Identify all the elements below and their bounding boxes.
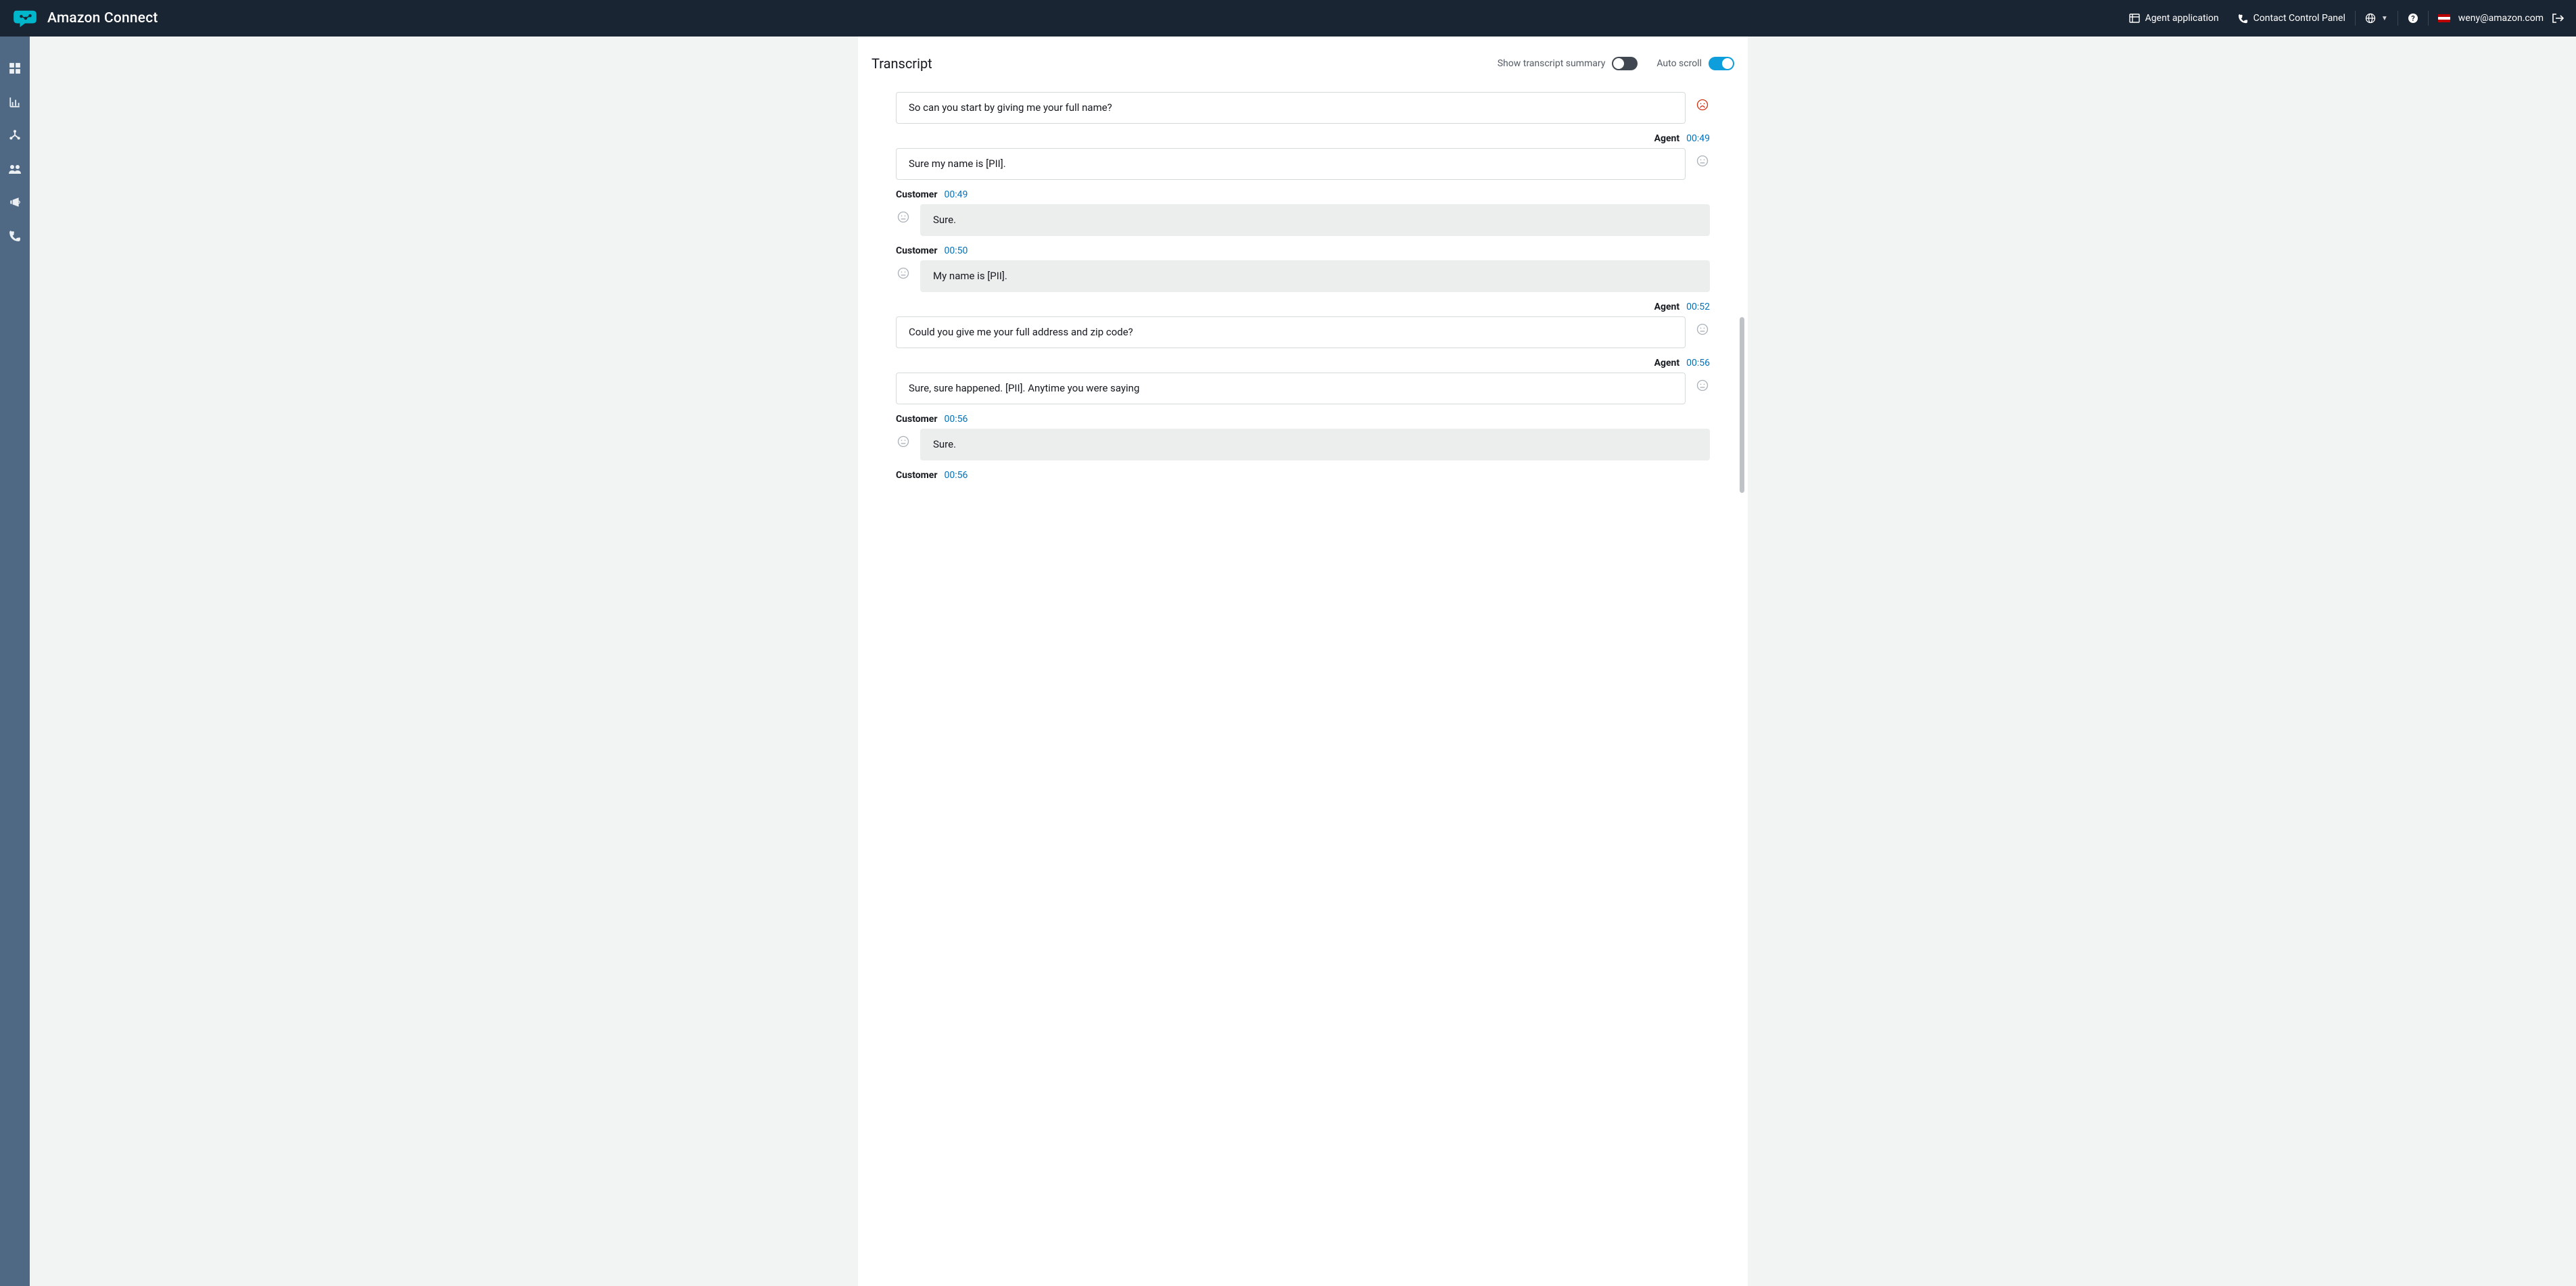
transcript-turn: Agent 00:52Could you give me your full ad… (896, 302, 1710, 348)
auto-scroll-toggle[interactable] (1709, 57, 1734, 70)
help-icon: ? (2408, 13, 2418, 24)
transcript-header: Transcript Show transcript summary Auto … (872, 55, 1734, 72)
speaker-label: Agent (1654, 302, 1680, 312)
transcript-turn: Agent 00:56Sure, sure happened. [PII]. An… (896, 358, 1710, 404)
phone-icon (2238, 14, 2248, 24)
message-bubble: Sure. (920, 429, 1710, 460)
language-menu[interactable]: ▼ (2356, 0, 2398, 37)
turn-header: Agent 00:56 (896, 358, 1710, 368)
transcript-turn: So can you start by giving me your full … (896, 92, 1710, 124)
turn-row: Sure my name is [PII]. (896, 148, 1710, 180)
sentiment-icon (1695, 322, 1710, 337)
show-summary-label: Show transcript summary (1498, 58, 1606, 69)
transcript-panel: Transcript Show transcript summary Auto … (858, 37, 1748, 1286)
sign-out-icon[interactable] (2552, 13, 2564, 24)
ccp-link[interactable]: Contact Control Panel (2228, 0, 2355, 37)
auto-scroll-toggle-group: Auto scroll (1656, 57, 1734, 70)
message-bubble: Sure my name is [PII]. (896, 148, 1686, 180)
page-body: Transcript Show transcript summary Auto … (30, 37, 2576, 1286)
message-bubble: Sure, sure happened. [PII]. Anytime you … (896, 373, 1686, 404)
routing-icon[interactable] (9, 130, 21, 145)
sentiment-icon (896, 210, 911, 224)
top-nav: Amazon Connect Agent application Contact… (0, 0, 2576, 37)
message-bubble: Could you give me your full address and … (896, 316, 1686, 348)
timestamp: 00:56 (944, 414, 968, 425)
turn-header: Customer 00:49 (896, 189, 1710, 200)
message-bubble: Sure. (920, 204, 1710, 236)
transcript-turn: Customer 00:56 (896, 470, 1710, 481)
turn-row: Sure. (896, 429, 1710, 460)
timestamp: 00:52 (1686, 302, 1710, 312)
campaigns-icon[interactable] (9, 196, 21, 211)
transcript-title: Transcript (872, 55, 932, 72)
user-email: weny@amazon.com (2458, 13, 2544, 24)
speaker-label: Customer (896, 470, 937, 481)
scrollbar-thumb[interactable] (1740, 317, 1744, 493)
timestamp: 00:56 (1686, 358, 1710, 368)
transcript-turn: Customer 00:56 Sure. (896, 414, 1710, 460)
nav-links: Agent application Contact Control Panel … (2120, 0, 2564, 37)
speaker-label: Customer (896, 189, 937, 200)
turn-row: Sure, sure happened. [PII]. Anytime you … (896, 373, 1710, 404)
turn-row: Could you give me your full address and … (896, 316, 1710, 348)
turn-header: Customer 00:56 (896, 414, 1710, 425)
user-menu[interactable]: weny@amazon.com (2429, 13, 2564, 24)
show-summary-toggle[interactable] (1612, 57, 1638, 70)
brand-title: Amazon Connect (47, 10, 158, 26)
turn-row: Sure. (896, 204, 1710, 236)
turn-row: My name is [PII]. (896, 260, 1710, 292)
agent-application-link[interactable]: Agent application (2120, 0, 2228, 37)
message-bubble: My name is [PII]. (920, 260, 1710, 292)
transcript-list: So can you start by giving me your full … (872, 92, 1734, 481)
auto-scroll-label: Auto scroll (1656, 58, 1702, 69)
timestamp: 00:56 (944, 470, 968, 481)
turn-row: So can you start by giving me your full … (896, 92, 1710, 124)
agent-application-label: Agent application (2145, 13, 2219, 24)
turn-header: Agent 00:49 (896, 133, 1710, 144)
timestamp: 00:50 (944, 245, 968, 256)
help-link[interactable]: ? (2398, 0, 2428, 37)
telephony-icon[interactable] (9, 230, 21, 245)
turn-header: Agent 00:52 (896, 302, 1710, 312)
users-icon[interactable] (8, 164, 22, 177)
transcript-turn: Customer 00:49 Sure. (896, 189, 1710, 236)
brand: Amazon Connect (12, 8, 158, 28)
speaker-label: Agent (1654, 133, 1680, 144)
ccp-label: Contact Control Panel (2253, 13, 2345, 24)
globe-icon (2365, 13, 2376, 24)
svg-text:?: ? (2411, 14, 2415, 23)
connect-logo-icon (12, 8, 38, 28)
sentiment-icon (896, 266, 911, 281)
dashboard-icon[interactable] (9, 62, 21, 77)
side-nav (0, 37, 30, 1286)
sentiment-icon (1695, 97, 1710, 112)
speaker-label: Customer (896, 414, 937, 425)
message-bubble: So can you start by giving me your full … (896, 92, 1686, 124)
agent-app-icon (2129, 13, 2140, 24)
show-summary-toggle-group: Show transcript summary (1498, 57, 1638, 70)
analytics-icon[interactable] (9, 96, 21, 111)
timestamp: 00:49 (944, 189, 968, 200)
transcript-turn: Agent 00:49Sure my name is [PII]. (896, 133, 1710, 180)
chevron-down-icon: ▼ (2381, 15, 2388, 22)
speaker-label: Agent (1654, 358, 1680, 368)
sentiment-icon (1695, 153, 1710, 168)
sentiment-icon (896, 434, 911, 449)
timestamp: 00:49 (1686, 133, 1710, 144)
turn-header: Customer 00:50 (896, 245, 1710, 256)
flag-icon (2438, 14, 2450, 22)
sentiment-icon (1695, 378, 1710, 393)
speaker-label: Customer (896, 245, 937, 256)
turn-header: Customer 00:56 (896, 470, 1710, 481)
transcript-turn: Customer 00:50 My name is [PII]. (896, 245, 1710, 292)
